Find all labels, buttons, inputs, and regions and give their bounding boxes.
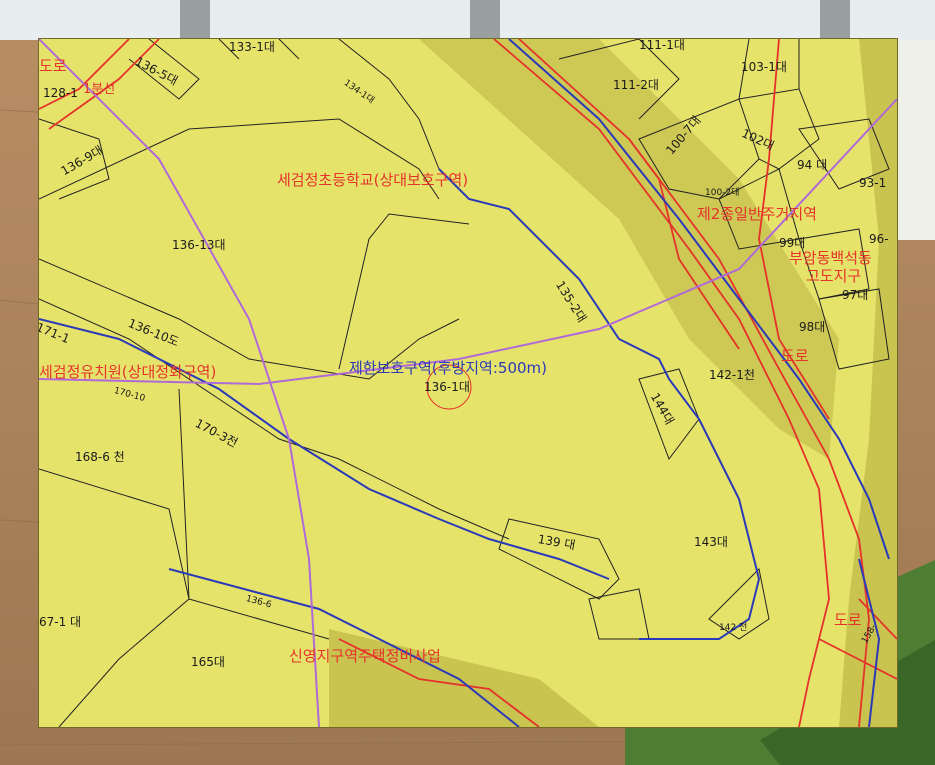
parcel-label: 142-1천 [709,368,755,382]
parcel-label: 94 대 [797,158,828,172]
parcel-label: 103-1대 [741,60,787,74]
parcel-label: 111-1대 [639,38,685,52]
zone-label-protection: 제한보호구역(후방지역:500m) [349,359,548,377]
zone-label-kindergarten: 세검정유치원(상대정화구역) [39,363,217,381]
parcel-label: 97대 [842,288,869,302]
parcel-label: 99대 [779,236,806,250]
parcel-label: 128-1 [43,86,78,100]
zone-label-school: 세검정초등학교(상대보호구역) [277,171,469,189]
parcel-label: 67-1 대 [39,615,82,629]
parcel-label: 133-1대 [229,40,275,54]
parcel-label: 168-6 천 [75,450,125,464]
parcel-label: 111-2대 [613,78,659,92]
zone-label-road: 도로 [39,57,67,75]
zone-label-height-district-2: 고도지구 [806,267,862,285]
zone-label-redevelopment: 신영지구역주택정비사업 [289,647,441,665]
parcel-label: 136-1대 [424,380,470,394]
parcel-label: 165대 [191,655,225,669]
zone-label-road-bottom: 도로 [834,611,862,629]
parcel-label: 100-2대 [705,188,740,198]
parcel-label: 96- [869,232,889,246]
parcel-label: 143대 [694,535,728,549]
parcel-label: 98대 [799,320,826,334]
parcel-label: 136-13대 [172,238,226,252]
cadastral-map[interactable]: 도로 128-1 1분선 133-1대 136-5대 136-9대 134-1대… [38,38,898,728]
zone-label-road-right: 도로 [781,347,809,365]
parcel-label: 93-1 [859,176,887,190]
zone-label-residential: 제2종일반주거지역 [697,205,817,223]
parcel-label: 142 전 [719,623,748,633]
zone-label-height-district: 부암동백석동 [789,249,872,267]
zone-label-route: 1분선 [83,82,116,97]
